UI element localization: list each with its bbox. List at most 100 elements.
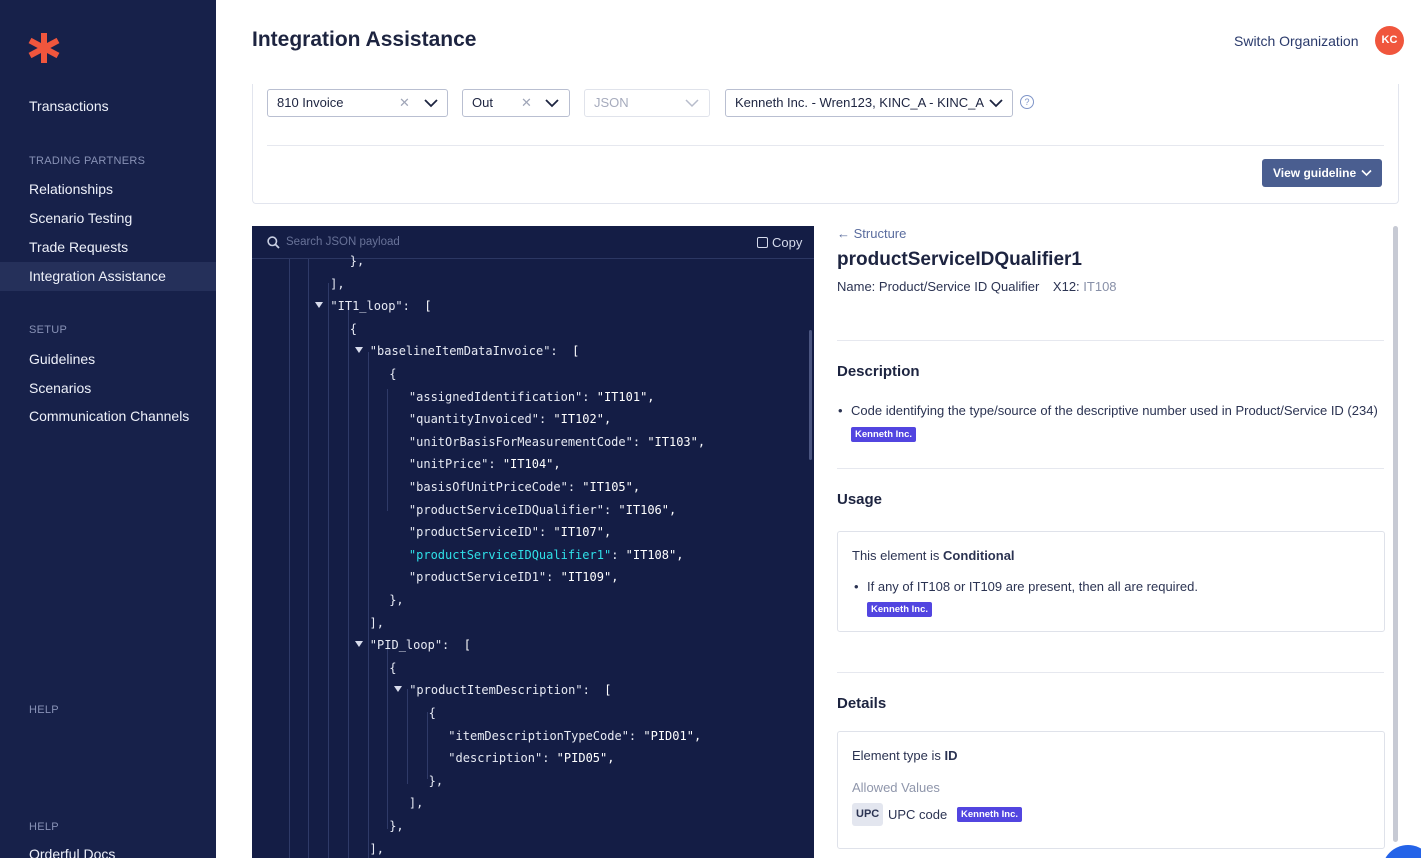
- divider: [267, 145, 1384, 146]
- bracket: {: [428, 706, 436, 720]
- json-key[interactable]: "IT1_loop": [330, 299, 402, 313]
- nav-scenario-testing[interactable]: Scenario Testing: [0, 204, 216, 233]
- collapse-toggle-icon[interactable]: [354, 347, 363, 354]
- json-key[interactable]: "basisOfUnitPriceCode": [409, 480, 568, 494]
- clear-icon[interactable]: ✕: [521, 90, 532, 116]
- divider: [837, 340, 1384, 341]
- nav-trade-requests[interactable]: Trade Requests: [0, 233, 216, 262]
- indent-guide: [426, 712, 428, 779]
- format-select[interactable]: JSON: [584, 89, 710, 117]
- json-key[interactable]: "quantityInvoiced": [409, 412, 539, 426]
- collapse-toggle-icon[interactable]: [315, 302, 324, 309]
- copy-icon: [757, 237, 768, 248]
- copy-button[interactable]: Copy: [757, 235, 802, 250]
- json-code-view[interactable]: },], "IT1_loop": [ { "baselineItemDataInvoi…: [252, 254, 808, 858]
- clear-icon[interactable]: ✕: [399, 90, 410, 116]
- separator: :: [538, 412, 554, 427]
- indent-guide: [367, 575, 369, 858]
- element-type-line: Element type is ID: [852, 748, 958, 763]
- divider: [837, 468, 1384, 469]
- collapse-toggle-icon[interactable]: [354, 641, 363, 648]
- nav-integration-assistance[interactable]: Integration Assistance: [0, 262, 216, 291]
- json-key[interactable]: "productServiceID1": [409, 570, 546, 584]
- code-line: "description": "PID05",: [448, 749, 614, 767]
- code-line: },: [429, 772, 443, 790]
- json-key[interactable]: "itemDescriptionTypeCode": [448, 729, 629, 743]
- json-value: "PID05",: [556, 751, 615, 766]
- code-line: "assignedIdentification": "IT101",: [409, 388, 655, 406]
- json-key[interactable]: "unitPrice": [409, 457, 488, 471]
- avatar[interactable]: KC: [1375, 26, 1404, 55]
- nav-relationships[interactable]: Relationships: [0, 175, 216, 204]
- nav-communication-channels[interactable]: Communication Channels: [0, 402, 216, 431]
- code-line: "IT1_loop": [: [315, 297, 432, 315]
- direction-select[interactable]: Out ✕: [462, 89, 570, 117]
- code-scrollbar[interactable]: [809, 330, 812, 460]
- details-box: Element type is ID Allowed Values UPC UP…: [837, 731, 1385, 849]
- allowed-value-code: UPC: [852, 803, 884, 826]
- chevron-down-icon: [685, 99, 699, 108]
- orderful-asterisk-logo[interactable]: [28, 32, 60, 64]
- separator: :: [402, 299, 425, 314]
- search-icon: [267, 236, 280, 249]
- json-key[interactable]: "assignedIdentification": [409, 390, 582, 404]
- json-key-selected[interactable]: "productServiceIDQualifier1": [409, 548, 611, 562]
- usage-status-line: This element is Conditional: [852, 548, 1015, 563]
- bracket: },: [349, 254, 365, 268]
- indent-guide: [387, 644, 389, 829]
- nav-scenarios[interactable]: Scenarios: [0, 374, 216, 403]
- json-value: "IT102",: [553, 412, 612, 427]
- json-key[interactable]: "productItemDescription": [409, 683, 582, 697]
- usage-status: Conditional: [943, 548, 1015, 563]
- transaction-type-value: 810 Invoice: [277, 95, 344, 110]
- view-guideline-label: View guideline: [1273, 166, 1357, 180]
- transaction-type-select[interactable]: 810 Invoice ✕: [267, 89, 448, 117]
- code-line: "productServiceIDQualifier": "IT106",: [409, 501, 676, 519]
- json-key[interactable]: "PID_loop": [370, 638, 442, 652]
- json-value: "IT109",: [560, 570, 619, 585]
- json-key[interactable]: "productServiceIDQualifier": [409, 503, 604, 517]
- chat-launcher-button[interactable]: [1382, 845, 1421, 858]
- nav-orderful-docs[interactable]: Orderful Docs: [0, 840, 216, 858]
- json-key[interactable]: "baselineItemDataInvoice": [370, 344, 551, 358]
- code-line: "productServiceIDQualifier1": "IT108",: [409, 546, 684, 564]
- section-trading-partners: TRADING PARTNERS: [29, 155, 146, 167]
- separator: :: [611, 547, 626, 562]
- partner-badge: Kenneth Inc.: [957, 807, 1023, 822]
- json-search-bar[interactable]: Search JSON payload Copy: [252, 226, 814, 259]
- page-title: Integration Assistance: [252, 28, 477, 51]
- json-search-input[interactable]: Search JSON payload: [286, 236, 400, 248]
- separator: :: [442, 638, 464, 653]
- indent-guide: [288, 259, 290, 858]
- view-guideline-button[interactable]: View guideline: [1262, 159, 1382, 187]
- element-type: ID: [944, 748, 958, 763]
- collapse-toggle-icon[interactable]: [394, 686, 403, 693]
- separator: :: [538, 525, 554, 540]
- description-text: Code identifying the type/source of the …: [838, 403, 1378, 418]
- usage-prefix: This element is: [852, 548, 944, 563]
- divider: [837, 672, 1384, 673]
- json-value: [: [463, 638, 471, 653]
- json-key[interactable]: "unitOrBasisForMeasurementCode": [409, 435, 633, 449]
- json-key[interactable]: "description": [448, 751, 542, 765]
- chevron-down-icon: [1361, 169, 1372, 177]
- allowed-values-label: Allowed Values: [852, 780, 940, 795]
- code-line: "productServiceID1": "IT109",: [409, 568, 619, 586]
- back-to-structure-link[interactable]: ← Structure: [837, 226, 906, 241]
- nav-guidelines[interactable]: Guidelines: [0, 345, 216, 374]
- separator: :: [567, 480, 583, 494]
- json-key[interactable]: "productServiceID": [409, 525, 539, 539]
- bracket: ],: [408, 796, 424, 811]
- separator: :: [550, 344, 573, 359]
- code-line: },: [350, 252, 364, 270]
- help-icon[interactable]: ?: [1020, 95, 1034, 109]
- bracket: },: [389, 593, 404, 607]
- detail-scrollbar[interactable]: [1393, 226, 1398, 842]
- element-detail-panel: ← Structure productServiceIDQualifier1 N…: [837, 226, 1385, 858]
- switch-organization-link[interactable]: Switch Organization: [1234, 33, 1359, 49]
- trading-partner-select[interactable]: Kenneth Inc. - Wren123, KINC_A - KINC_A: [725, 89, 1013, 117]
- nav-transactions[interactable]: Transactions: [0, 92, 216, 121]
- json-value: "IT108",: [625, 547, 684, 562]
- json-value: [: [572, 344, 580, 359]
- usage-rule: If any of IT108 or IT109 are present, th…: [854, 579, 1198, 594]
